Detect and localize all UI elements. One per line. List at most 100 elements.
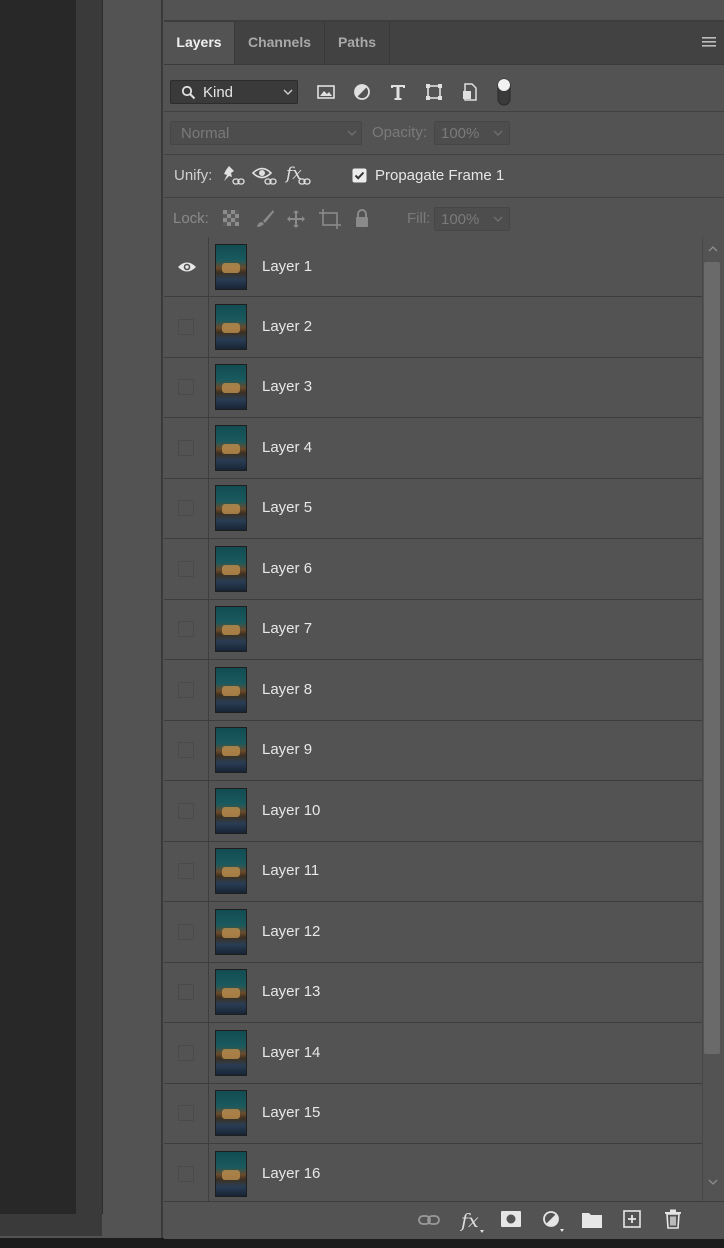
tab-channels[interactable]: Channels <box>235 22 325 64</box>
image-filter-icon[interactable] <box>317 84 335 100</box>
visibility-empty-box[interactable] <box>178 1165 194 1182</box>
layer-name[interactable]: Layer 15 <box>262 1104 320 1121</box>
filter-kind-select[interactable]: Kind <box>170 80 298 104</box>
layer-row[interactable]: Layer 9 <box>164 720 702 781</box>
layer-row[interactable]: Layer 10 <box>164 781 702 842</box>
layer-row[interactable]: Layer 13 <box>164 962 702 1023</box>
scroll-down-icon[interactable] <box>708 1179 718 1186</box>
layer-visibility-toggle[interactable] <box>164 237 209 296</box>
layer-name[interactable]: Layer 11 <box>262 862 319 879</box>
layer-visibility-toggle[interactable] <box>164 1023 209 1083</box>
type-filter-icon[interactable] <box>389 83 407 101</box>
visibility-empty-box[interactable] <box>178 984 194 1001</box>
visibility-empty-box[interactable] <box>178 439 194 456</box>
link-layers-icon[interactable] <box>418 1213 440 1227</box>
layer-row[interactable]: Layer 6 <box>164 539 702 600</box>
layer-row[interactable]: Layer 3 <box>164 357 702 418</box>
layer-row[interactable]: Layer 15 <box>164 1083 702 1144</box>
new-group-icon[interactable] <box>582 1211 602 1228</box>
propagate-frame-label[interactable]: Propagate Frame 1 <box>375 167 504 184</box>
panel-menu-icon[interactable] <box>702 36 716 48</box>
panel-tab-bar: Layers Channels Paths <box>164 22 724 65</box>
new-adjustment-layer-icon[interactable] <box>542 1210 566 1234</box>
unify-position-icon[interactable] <box>220 164 246 188</box>
layer-visibility-toggle[interactable] <box>164 720 209 780</box>
layer-visibility-toggle[interactable] <box>164 660 209 720</box>
visibility-empty-box[interactable] <box>178 742 194 759</box>
layer-name[interactable]: Layer 13 <box>262 983 320 1000</box>
lock-position-icon[interactable] <box>286 209 306 229</box>
layer-name[interactable]: Layer 1 <box>262 258 312 275</box>
blend-row: Normal Opacity: 100% <box>164 112 724 155</box>
visibility-empty-box[interactable] <box>178 802 194 819</box>
layer-row[interactable]: Layer 14 <box>164 1023 702 1084</box>
fx-icon[interactable]: fx <box>460 1208 486 1234</box>
fill-field[interactable]: 100% <box>434 207 510 231</box>
layer-visibility-toggle[interactable] <box>164 841 209 901</box>
layer-name[interactable]: Layer 14 <box>262 1044 320 1061</box>
opacity-field[interactable]: 100% <box>434 121 510 145</box>
visibility-empty-box[interactable] <box>178 1105 194 1122</box>
visibility-empty-box[interactable] <box>178 318 194 335</box>
layer-visibility-toggle[interactable] <box>164 297 209 357</box>
layer-visibility-toggle[interactable] <box>164 478 209 538</box>
layers-scroll-thumb[interactable] <box>704 262 720 1054</box>
visibility-empty-box[interactable] <box>178 681 194 698</box>
tab-layers[interactable]: Layers <box>164 22 235 64</box>
propagate-frame-checkbox[interactable] <box>352 168 367 183</box>
unify-style-icon[interactable]: fx <box>285 162 313 188</box>
layer-visibility-toggle[interactable] <box>164 599 209 659</box>
filter-toggle-icon[interactable] <box>497 78 511 106</box>
layer-visibility-toggle[interactable] <box>164 418 209 478</box>
eye-icon[interactable] <box>177 260 197 274</box>
lock-all-icon[interactable] <box>354 208 370 228</box>
tab-paths[interactable]: Paths <box>325 22 390 64</box>
layer-name[interactable]: Layer 3 <box>262 378 312 395</box>
visibility-empty-box[interactable] <box>178 500 194 517</box>
layer-row[interactable]: Layer 1 <box>164 237 702 297</box>
new-layer-icon[interactable] <box>623 1210 641 1228</box>
visibility-empty-box[interactable] <box>178 379 194 396</box>
layer-row[interactable]: Layer 7 <box>164 599 702 660</box>
layer-name[interactable]: Layer 4 <box>262 439 312 456</box>
add-mask-icon[interactable] <box>501 1211 521 1227</box>
adjustment-filter-icon[interactable] <box>353 83 371 101</box>
lock-transparent-pixels-icon[interactable] <box>223 210 239 226</box>
layer-row[interactable]: Layer 16 <box>164 1144 702 1201</box>
layer-name[interactable]: Layer 12 <box>262 923 320 940</box>
layer-visibility-toggle[interactable] <box>164 962 209 1022</box>
shape-filter-icon[interactable] <box>425 83 443 101</box>
layer-row[interactable]: Layer 8 <box>164 660 702 721</box>
layer-visibility-toggle[interactable] <box>164 539 209 599</box>
layer-name[interactable]: Layer 7 <box>262 620 312 637</box>
smart-object-filter-icon[interactable] <box>461 83 479 101</box>
visibility-empty-box[interactable] <box>178 863 194 880</box>
lock-artboard-icon[interactable] <box>319 209 341 229</box>
layer-name[interactable]: Layer 5 <box>262 499 312 516</box>
layer-name[interactable]: Layer 8 <box>262 681 312 698</box>
layer-name[interactable]: Layer 2 <box>262 318 312 335</box>
scroll-up-icon[interactable] <box>708 245 718 252</box>
layer-row[interactable]: Layer 2 <box>164 297 702 358</box>
layer-name[interactable]: Layer 9 <box>262 741 312 758</box>
layer-row[interactable]: Layer 4 <box>164 418 702 479</box>
layer-name[interactable]: Layer 6 <box>262 560 312 577</box>
blend-mode-select[interactable]: Normal <box>170 121 362 145</box>
layer-visibility-toggle[interactable] <box>164 1144 209 1201</box>
visibility-empty-box[interactable] <box>178 560 194 577</box>
layer-visibility-toggle[interactable] <box>164 1083 209 1143</box>
unify-visibility-icon[interactable] <box>252 164 278 188</box>
layer-visibility-toggle[interactable] <box>164 357 209 417</box>
layer-row[interactable]: Layer 11 <box>164 841 702 902</box>
layer-name[interactable]: Layer 10 <box>262 802 320 819</box>
layer-visibility-toggle[interactable] <box>164 781 209 841</box>
visibility-empty-box[interactable] <box>178 621 194 638</box>
visibility-empty-box[interactable] <box>178 1044 194 1061</box>
visibility-empty-box[interactable] <box>178 923 194 940</box>
layer-name[interactable]: Layer 16 <box>262 1165 320 1182</box>
layer-visibility-toggle[interactable] <box>164 902 209 962</box>
layer-row[interactable]: Layer 12 <box>164 902 702 963</box>
delete-layer-icon[interactable] <box>664 1209 682 1229</box>
layer-row[interactable]: Layer 5 <box>164 478 702 539</box>
lock-image-pixels-icon[interactable] <box>255 209 275 229</box>
